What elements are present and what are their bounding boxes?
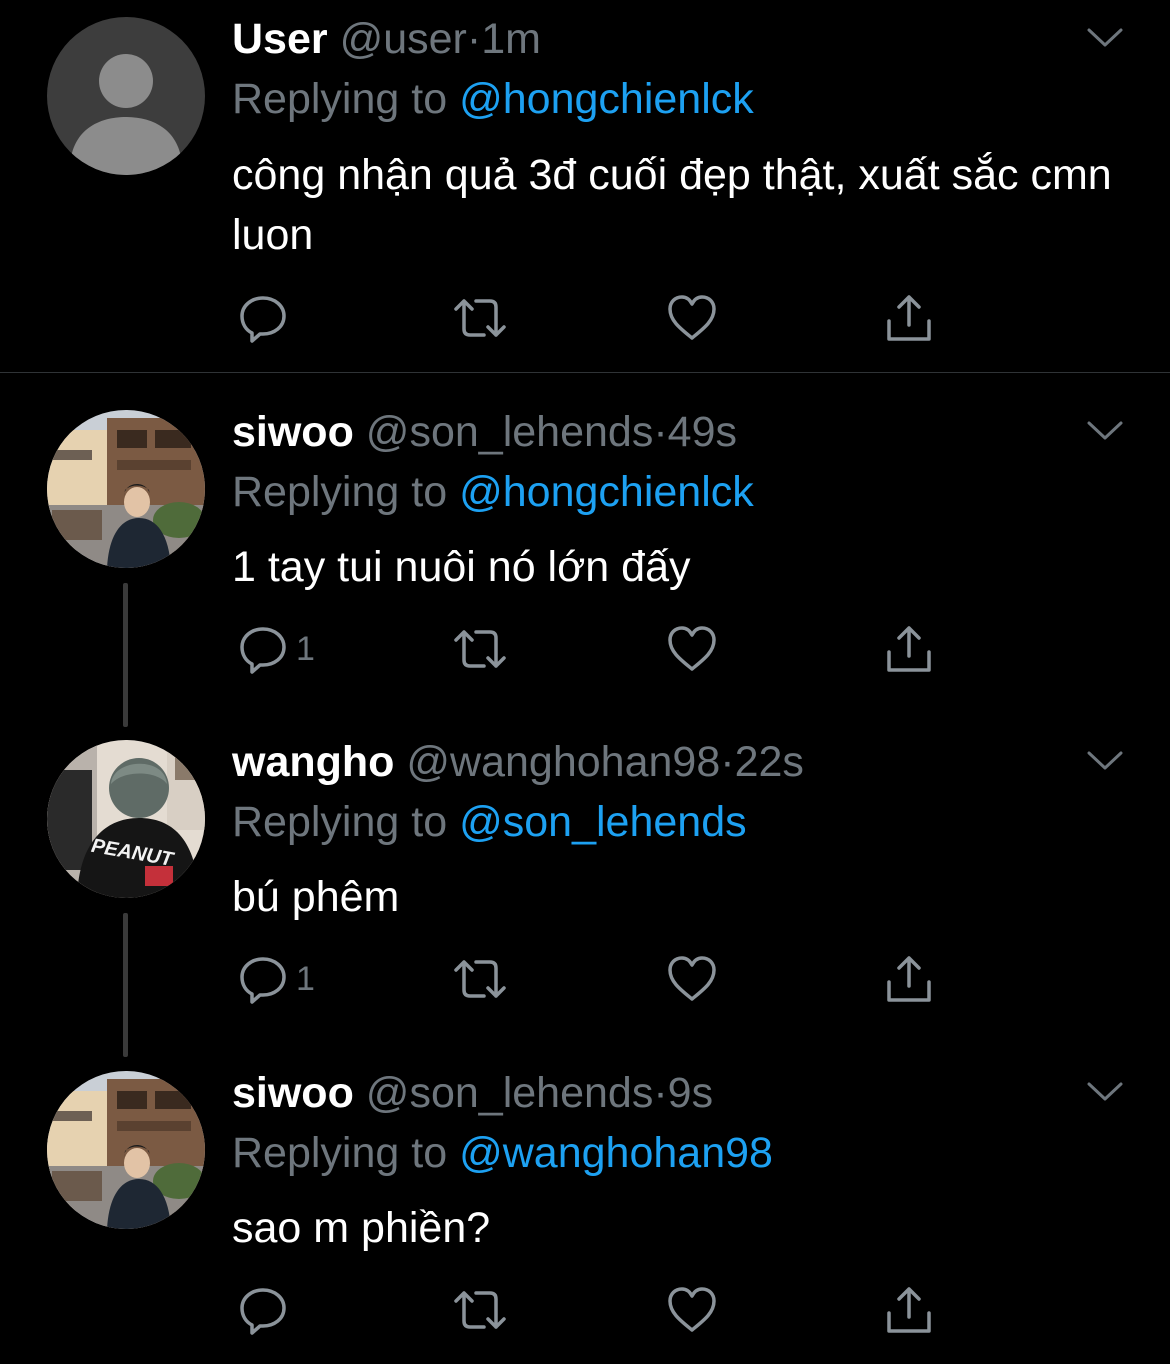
tweet-actions [232,288,952,348]
user-handle[interactable]: @user [340,15,467,63]
heart-icon [668,295,716,340]
tweet-header: siwoo @son_lehends·49s [232,406,737,458]
mention-link[interactable]: @son_lehends [459,798,747,846]
chevron-down-icon[interactable] [1085,26,1125,50]
tweet-header: User @user·1m [232,13,541,65]
like-button[interactable] [667,949,717,1009]
heart-icon [668,1287,716,1332]
chevron-down-icon[interactable] [1085,1080,1125,1104]
mention-link[interactable]: @wanghohan98 [459,1129,773,1177]
display-name[interactable]: siwoo [232,1069,354,1117]
retweet-icon [454,960,506,998]
replying-to: Replying to @hongchienlck [232,466,754,518]
display-name[interactable]: User [232,15,328,63]
timestamp[interactable]: 1m [481,15,541,63]
default-avatar-icon [47,17,205,175]
heart-icon [668,626,716,671]
tweet[interactable]: User @user·1m Replying to @hongchienlck … [0,0,1170,372]
tweet-text: công nhận quả 3đ cuối đẹp thật, xuất sắc… [232,151,1112,259]
mention-link[interactable]: @hongchienlck [459,468,754,516]
share-icon [887,956,931,1002]
share-button[interactable] [884,1280,934,1340]
display-name[interactable]: wangho [232,738,394,786]
avatar[interactable]: PEANUT [47,740,205,898]
share-button[interactable] [884,619,934,679]
tweet[interactable]: PEANUT wangho @wanghohan98·22s Replying … [0,703,1170,1033]
separator-dot: · [653,1069,668,1117]
share-icon [887,1287,931,1333]
tweet-actions [232,1280,952,1340]
user-handle[interactable]: @son_lehends [366,1069,654,1117]
reply-count: 1 [296,629,315,668]
replying-to: Replying to @son_lehends [232,796,747,848]
tweet-text: bú phêm [232,873,400,921]
reply-icon [240,627,286,674]
retweet-button[interactable] [452,619,508,679]
tweet-actions: 1 [232,619,952,679]
reply-button[interactable]: 1 [238,949,315,1009]
tweet-header: siwoo @son_lehends·9s [232,1067,713,1119]
replying-to: Replying to @hongchienlck [232,73,754,125]
user-handle[interactable]: @son_lehends [366,408,654,456]
replying-to-label: Replying to [232,468,448,516]
separator-dot: · [466,15,482,63]
chevron-down-icon[interactable] [1085,419,1125,443]
heart-icon [668,956,716,1001]
user-handle[interactable]: @wanghohan98 [406,738,720,786]
separator-dot: · [720,738,735,786]
street-photo-avatar [47,410,205,568]
replying-to: Replying to @wanghohan98 [232,1127,773,1179]
share-icon [887,295,931,341]
share-icon [887,626,931,672]
retweet-icon [454,299,506,337]
timestamp[interactable]: 49s [668,408,737,456]
retweet-button[interactable] [452,1280,508,1340]
tweet-actions: 1 [232,949,952,1009]
share-button[interactable] [884,949,934,1009]
display-name[interactable]: siwoo [232,408,354,456]
separator-dot: · [653,408,668,456]
retweet-icon [454,630,506,668]
street-photo-avatar [47,1071,205,1229]
reply-icon [240,296,286,343]
timestamp[interactable]: 22s [735,738,804,786]
tweet-text: 1 tay tui nuôi nó lớn đấy [232,543,691,591]
avatar[interactable] [47,17,205,175]
reply-icon [240,957,286,1004]
jacket-photo-avatar: PEANUT [47,740,205,898]
avatar[interactable] [47,1071,205,1229]
like-button[interactable] [667,1280,717,1340]
mention-link[interactable]: @hongchienlck [459,75,754,123]
reply-count: 1 [296,959,315,998]
replying-to-label: Replying to [232,1129,448,1177]
timestamp[interactable]: 9s [668,1069,713,1117]
tweet-text: sao m phiền? [232,1204,491,1252]
like-button[interactable] [667,288,717,348]
tweet[interactable]: siwoo @son_lehends·49s Replying to @hong… [0,373,1170,703]
reply-icon [240,1288,286,1335]
reply-button[interactable]: 1 [238,619,315,679]
avatar[interactable] [47,410,205,568]
chevron-down-icon[interactable] [1085,749,1125,773]
retweet-button[interactable] [452,288,508,348]
reply-button[interactable] [238,288,296,348]
reply-button[interactable] [238,1280,296,1340]
replying-to-label: Replying to [232,798,448,846]
replying-to-label: Replying to [232,75,448,123]
retweet-button[interactable] [452,949,508,1009]
share-button[interactable] [884,288,934,348]
retweet-icon [454,1291,506,1329]
like-button[interactable] [667,619,717,679]
tweet-header: wangho @wanghohan98·22s [232,736,804,788]
tweet[interactable]: siwoo @son_lehends·9s Replying to @wangh… [0,1033,1170,1364]
